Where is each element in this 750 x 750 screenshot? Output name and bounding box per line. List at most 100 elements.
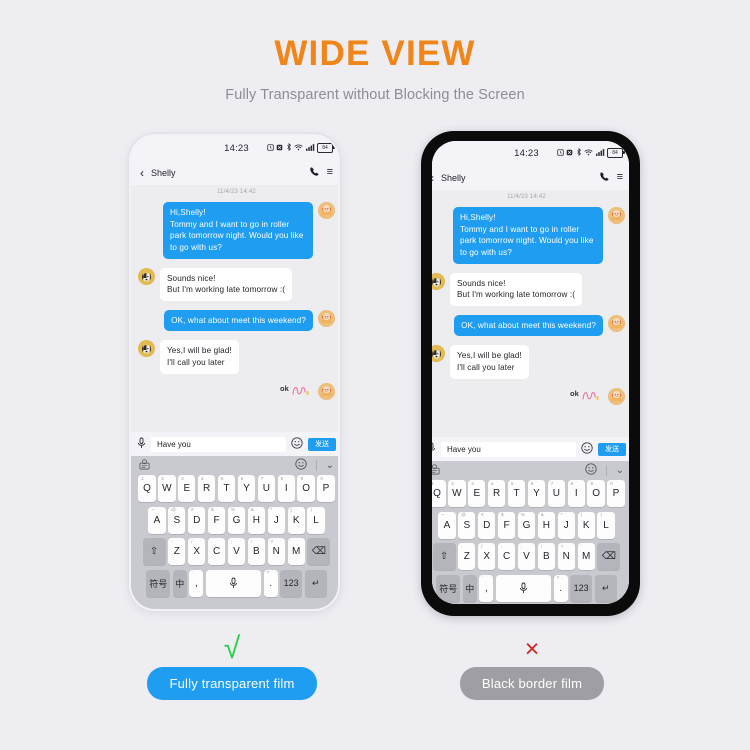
key-backspace-left[interactable]: ⌫ [307, 538, 331, 565]
message-input-left[interactable]: Have you [151, 436, 286, 452]
key-o-right[interactable]: 9O [587, 480, 605, 507]
menu-icon-left[interactable]: ≡ [327, 167, 333, 178]
key-z-right[interactable]: -Z [458, 543, 476, 570]
message-input-right[interactable]: Have you [441, 441, 576, 457]
key-period-right[interactable]: ?. [553, 574, 568, 602]
emoji-icon-right[interactable] [581, 441, 593, 457]
key-period-left[interactable]: ?. [263, 569, 278, 597]
key-v-left[interactable]: ; V [227, 538, 246, 565]
send-button-right[interactable]: 发送 [598, 442, 626, 456]
key-space-left[interactable] [206, 569, 261, 597]
key-r-left[interactable]: 4R [198, 475, 216, 502]
key-language-left[interactable]: 中 [172, 569, 187, 597]
menu-icon-right[interactable]: ≡ [617, 172, 623, 183]
key-b-right[interactable]: ! B [537, 543, 556, 570]
voice-input-icon-left[interactable] [137, 437, 146, 452]
key-k-right[interactable]: (K [577, 511, 595, 539]
emoji-icon-left[interactable] [291, 436, 303, 452]
sticker-keyboard-icon-left[interactable] [139, 458, 150, 473]
key-q-left[interactable]: 1Q [138, 475, 156, 502]
key-t-left[interactable]: 5T [217, 475, 236, 502]
key-c-left[interactable]: :C [207, 538, 226, 565]
avatar-self-right[interactable] [608, 207, 625, 224]
label-black-border-film[interactable]: Black border film [459, 667, 605, 700]
chevron-down-icon-right[interactable]: ⌄ [616, 465, 624, 476]
key-s-left[interactable]: @ S [168, 506, 186, 534]
key-u-right[interactable]: 7U [547, 480, 565, 507]
key-h-right[interactable]: & H [537, 511, 556, 539]
key-n-right[interactable]: ? N [557, 543, 575, 570]
key-backspace-right[interactable]: ⌫ [597, 543, 621, 570]
key-y-left[interactable]: 6Y [237, 475, 256, 502]
key-symbols-left[interactable]: 符号 [146, 569, 171, 597]
key-enter-left[interactable]: ↵ [304, 569, 327, 597]
key-b-left[interactable]: ! B [247, 538, 266, 565]
key-r-right[interactable]: 4R [488, 480, 506, 507]
chevron-down-icon-left[interactable]: ⌄ [326, 460, 334, 471]
key-k-left[interactable]: (K [287, 506, 305, 534]
avatar-contact-left[interactable] [138, 340, 155, 358]
key-p-right[interactable]: 0P [607, 480, 625, 507]
key-j-left[interactable]: * J [267, 506, 285, 534]
keyboard-emoji-icon-left[interactable] [294, 458, 307, 473]
key-h-left[interactable]: & H [247, 506, 266, 534]
key-i-left[interactable]: 8I [277, 475, 295, 502]
key-e-left[interactable]: 3E [178, 475, 196, 502]
key-q-right[interactable]: 1Q [432, 480, 446, 507]
back-icon-left[interactable]: ‹ [140, 167, 144, 179]
key-numbers-left[interactable]: 123 [280, 569, 303, 597]
key-e-right[interactable]: 3E [468, 480, 486, 507]
key-j-right[interactable]: * J [557, 511, 575, 539]
key-shift-right[interactable]: ⇧ [432, 543, 456, 570]
back-icon-right[interactable]: ‹ [432, 172, 434, 184]
key-shift-left[interactable]: ⇧ [142, 538, 166, 565]
call-icon-right[interactable] [599, 171, 610, 185]
label-fully-transparent-film[interactable]: Fully transparent film [147, 667, 317, 700]
key-enter-right[interactable]: ↵ [594, 574, 617, 602]
key-comma-left[interactable]: ’, [189, 569, 204, 597]
key-v-right[interactable]: ; V [517, 543, 536, 570]
keyboard-emoji-icon-right[interactable] [584, 463, 597, 478]
key-a-right[interactable]: ~ A [438, 511, 456, 539]
key-l-right[interactable]: ) L [597, 511, 615, 539]
key-c-right[interactable]: :C [497, 543, 516, 570]
key-language-right[interactable]: 中 [462, 574, 477, 602]
key-y-right[interactable]: 6Y [527, 480, 546, 507]
key-x-right[interactable]: / X [478, 543, 496, 570]
key-g-left[interactable]: % G [227, 506, 246, 534]
avatar-self-left[interactable] [318, 382, 335, 400]
key-s-right[interactable]: @ S [458, 511, 476, 539]
key-space-right[interactable] [496, 574, 551, 602]
voice-input-icon-right[interactable] [432, 442, 436, 457]
key-numbers-right[interactable]: 123 [570, 574, 593, 602]
avatar-self-right[interactable] [608, 387, 625, 405]
avatar-contact-left[interactable] [138, 267, 155, 285]
key-d-right[interactable]: # D [478, 511, 496, 539]
key-l-left[interactable]: ) L [307, 506, 325, 534]
sticker-keyboard-icon-right[interactable] [432, 463, 440, 478]
avatar-self-right[interactable] [608, 314, 625, 332]
key-x-left[interactable]: / X [188, 538, 206, 565]
key-m-right[interactable]: ’ M [577, 543, 595, 570]
key-z-left[interactable]: -Z [168, 538, 186, 565]
key-u-left[interactable]: 7U [257, 475, 275, 502]
key-g-right[interactable]: % G [517, 511, 536, 539]
key-w-right[interactable]: 2W [448, 480, 466, 507]
key-t-right[interactable]: 5T [507, 480, 526, 507]
avatar-contact-right[interactable] [432, 345, 445, 363]
key-o-left[interactable]: 9O [297, 475, 315, 502]
key-f-right[interactable]: $ F [497, 511, 516, 539]
key-n-left[interactable]: ? N [267, 538, 285, 565]
key-w-left[interactable]: 2W [158, 475, 176, 502]
avatar-contact-right[interactable] [432, 272, 445, 290]
key-d-left[interactable]: # D [188, 506, 206, 534]
key-m-left[interactable]: ’ M [287, 538, 305, 565]
key-a-left[interactable]: ~ A [148, 506, 166, 534]
key-i-right[interactable]: 8I [567, 480, 585, 507]
send-button-left[interactable]: 发送 [308, 437, 336, 451]
avatar-self-left[interactable] [318, 309, 335, 327]
key-p-left[interactable]: 0P [317, 475, 335, 502]
key-f-left[interactable]: $ F [207, 506, 226, 534]
key-symbols-right[interactable]: 符号 [436, 574, 461, 602]
key-comma-right[interactable]: ’, [479, 574, 494, 602]
